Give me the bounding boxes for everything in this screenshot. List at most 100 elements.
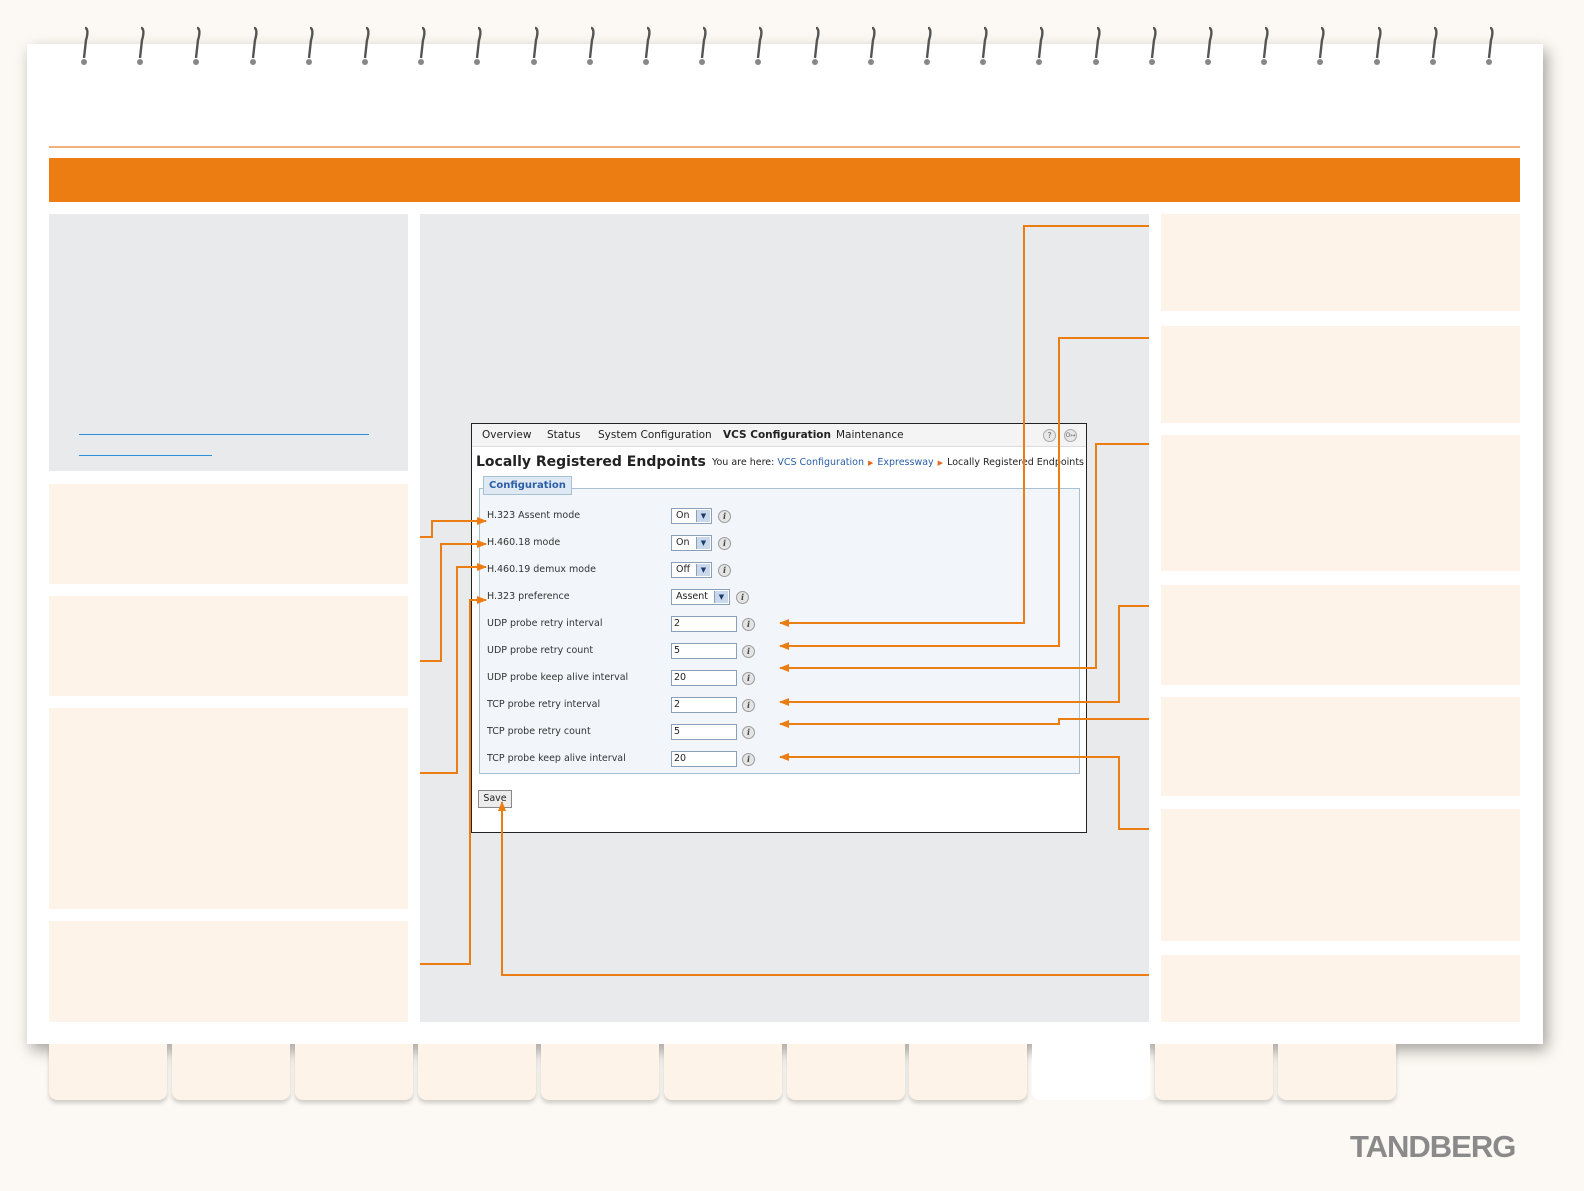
tcp-probe-keep-alive-interval-label: TCP probe keep alive interval	[487, 753, 626, 764]
h323-assent-mode-select[interactable]: On ▼	[671, 508, 712, 524]
breadcrumb: You are here: VCS Configuration ▶ Expressw…	[712, 457, 1084, 468]
udp-probe-keep-alive-interval-label: UDP probe keep alive interval	[487, 672, 629, 683]
tcp-probe-retry-interval-label: TCP probe retry interval	[487, 699, 601, 710]
save-button[interactable]: Save	[478, 790, 512, 808]
udp-probe-retry-count-input[interactable]: 5	[671, 643, 737, 659]
tcp-probe-retry-count-input[interactable]: 5	[671, 724, 737, 740]
chapter-tab[interactable]	[541, 1044, 659, 1100]
spiral-ring-icon	[193, 26, 201, 65]
spiral-ring-icon	[867, 26, 876, 65]
menu-status[interactable]: Status	[547, 429, 580, 441]
chapter-tab[interactable]	[418, 1044, 536, 1100]
help-icon[interactable]: ?	[1043, 429, 1056, 442]
spiral-ring-icon	[1036, 26, 1044, 65]
udp-probe-retry-interval-input[interactable]: 2	[671, 616, 737, 632]
spiral-ring-icon	[530, 26, 539, 65]
spiral-ring-icon	[1373, 26, 1382, 65]
spiral-ring-icon	[305, 26, 314, 65]
chapter-tab[interactable]	[295, 1044, 413, 1100]
spiral-ring-icon	[1092, 26, 1101, 65]
right-note-box-4	[1161, 585, 1520, 685]
udp-probe-retry-count-label: UDP probe retry count	[487, 645, 594, 656]
breadcrumb-prefix: You are here:	[711, 457, 775, 468]
right-note-box-3	[1161, 435, 1520, 571]
breadcrumb-separator-icon: ▶	[867, 459, 874, 467]
spiral-ring-icon	[924, 26, 932, 65]
spiral-ring-icon	[586, 26, 595, 65]
chapter-tab[interactable]	[1278, 1044, 1396, 1100]
info-icon[interactable]: i	[742, 753, 755, 766]
udp-probe-keep-alive-interval-input[interactable]: 20	[671, 670, 737, 686]
chapter-tab-active[interactable]	[1032, 1040, 1150, 1100]
top-menu: Overview Status System Configuration VCS…	[472, 424, 1086, 447]
h46019-demux-mode-select[interactable]: Off ▼	[671, 562, 712, 578]
breadcrumb-current: Locally Registered Endpoints	[947, 457, 1084, 468]
tcp-probe-keep-alive-interval-input[interactable]: 20	[671, 751, 737, 767]
link-underline[interactable]	[79, 455, 212, 456]
spiral-ring-icon	[81, 26, 89, 65]
h323-assent-mode-label: H.323 Assent mode	[487, 510, 581, 521]
tcp-probe-retry-interval-input[interactable]: 2	[671, 697, 737, 713]
spiral-ring-icon	[474, 26, 482, 65]
spiral-ring-icon	[1317, 26, 1325, 65]
left-note-box-3	[49, 708, 408, 909]
chapter-tab[interactable]	[172, 1044, 290, 1100]
info-icon[interactable]: i	[718, 564, 731, 577]
chapter-tab[interactable]	[49, 1044, 167, 1100]
h323-preference-select[interactable]: Assent ▼	[671, 589, 730, 605]
chevron-down-icon: ▼	[714, 591, 728, 603]
chevron-down-icon: ▼	[696, 564, 710, 576]
spiral-ring-icon	[980, 26, 988, 65]
spiral-ring-icon	[418, 26, 426, 65]
logout-icon[interactable]: O↦	[1064, 429, 1077, 442]
chapter-tab[interactable]	[909, 1044, 1027, 1100]
menu-vcs-configuration[interactable]: VCS Configuration	[723, 429, 831, 441]
vcs-window: Overview Status System Configuration VCS…	[471, 423, 1087, 833]
right-note-box-1	[1161, 214, 1520, 311]
spiral-ring-icon	[1429, 26, 1438, 65]
chevron-down-icon: ▼	[696, 537, 710, 549]
menu-maintenance[interactable]: Maintenance	[836, 429, 904, 441]
menu-overview[interactable]: Overview	[482, 429, 531, 441]
spiral-ring-icon	[1486, 26, 1494, 65]
udp-probe-retry-interval-label: UDP probe retry interval	[487, 618, 603, 629]
info-icon[interactable]: i	[718, 537, 731, 550]
chapter-tab[interactable]	[664, 1044, 782, 1100]
right-note-box-6	[1161, 809, 1520, 941]
right-note-box-2	[1161, 326, 1520, 423]
configuration-tab: Configuration	[483, 476, 572, 495]
info-icon[interactable]: i	[742, 699, 755, 712]
info-icon[interactable]: i	[742, 618, 755, 631]
tcp-probe-retry-count-label: TCP probe retry count	[487, 726, 591, 737]
right-note-box-7	[1161, 955, 1520, 1022]
spiral-ring-icon	[1261, 26, 1269, 65]
spiral-ring-icon	[137, 26, 145, 65]
chapter-tab[interactable]	[787, 1044, 905, 1100]
h323-preference-label: H.323 preference	[487, 591, 570, 602]
spiral-ring-icon	[1205, 26, 1213, 65]
breadcrumb-vcs-configuration[interactable]: VCS Configuration	[777, 457, 864, 468]
info-icon[interactable]: i	[742, 672, 755, 685]
spiral-ring-icon	[1148, 26, 1157, 65]
header-bar	[49, 158, 1520, 202]
h46019-demux-mode-label: H.460.19 demux mode	[487, 564, 596, 575]
page-title: Locally Registered Endpoints	[476, 454, 706, 470]
breadcrumb-separator-icon: ▶	[937, 459, 944, 467]
info-icon[interactable]: i	[718, 510, 731, 523]
header-rule	[49, 146, 1520, 148]
h46018-mode-label: H.460.18 mode	[487, 537, 561, 548]
info-icon[interactable]: i	[736, 591, 749, 604]
left-note-box-4	[49, 921, 408, 1022]
link-underline[interactable]	[79, 434, 369, 435]
breadcrumb-expressway[interactable]: Expressway	[877, 457, 933, 468]
info-icon[interactable]: i	[742, 726, 755, 739]
brand-logo: TANDBERG	[1350, 1129, 1516, 1164]
spiral-ring-icon	[249, 26, 258, 65]
spiral-ring-icon	[362, 26, 370, 65]
chapter-tab[interactable]	[1155, 1044, 1273, 1100]
info-icon[interactable]: i	[742, 645, 755, 658]
chevron-down-icon: ▼	[696, 510, 710, 522]
spiral-ring-icon	[643, 26, 651, 65]
menu-system-configuration[interactable]: System Configuration	[598, 429, 712, 441]
h46018-mode-select[interactable]: On ▼	[671, 535, 712, 551]
